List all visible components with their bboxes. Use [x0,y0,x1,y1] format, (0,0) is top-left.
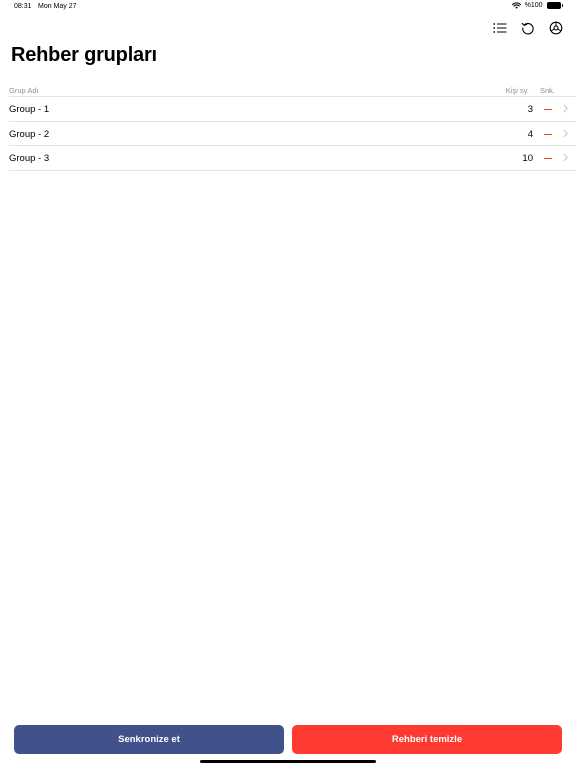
battery-percent: %100 [524,2,543,9]
table-row[interactable]: Group - 1 3 [9,97,576,122]
column-header-name: Grup Adı [9,86,39,95]
battery-icon [546,2,563,9]
status-time: 08:31 [14,3,32,10]
column-header-count: Kişi sy. [505,86,529,95]
page-title: Rehber grupları [11,44,157,66]
status-bar: 08:31 Mon May 27 %100 [0,0,576,14]
column-header-sync: Snk. [539,86,555,95]
contact-count: 3 [527,104,533,115]
list-icon[interactable] [492,20,508,36]
sync-status-icon [544,158,552,160]
chevron-right-icon [563,128,568,141]
group-name: Group - 1 [9,104,50,115]
sync-button[interactable]: Senkronize et [14,725,284,754]
table-row[interactable]: Group - 2 4 [9,122,576,146]
wifi-icon [511,2,521,9]
toolbar [492,20,564,36]
chevron-right-icon [563,104,568,116]
screen: 08:31 Mon May 27 %100 Rehber grupları Gr… [0,0,576,768]
table-row[interactable]: Group - 3 10 [9,146,576,171]
chevron-right-icon [563,153,568,165]
status-right: %100 [511,2,563,9]
settings-icon[interactable] [548,20,564,36]
group-name: Group - 3 [9,153,50,164]
groups-table: Grup Adı Kişi sy. Snk. Group - 1 3 Group… [9,84,576,171]
contact-count: 10 [522,153,533,164]
table-header: Grup Adı Kişi sy. Snk. [9,84,576,97]
sync-status-icon [544,133,552,135]
group-name: Group - 2 [9,128,50,140]
sync-status-icon [544,109,552,111]
home-indicator [200,760,376,763]
refresh-icon[interactable] [520,20,536,36]
clear-contacts-button[interactable]: Rehberi temizle [292,725,562,754]
status-date: Mon May 27 [38,3,77,10]
contact-count: 4 [527,128,533,140]
